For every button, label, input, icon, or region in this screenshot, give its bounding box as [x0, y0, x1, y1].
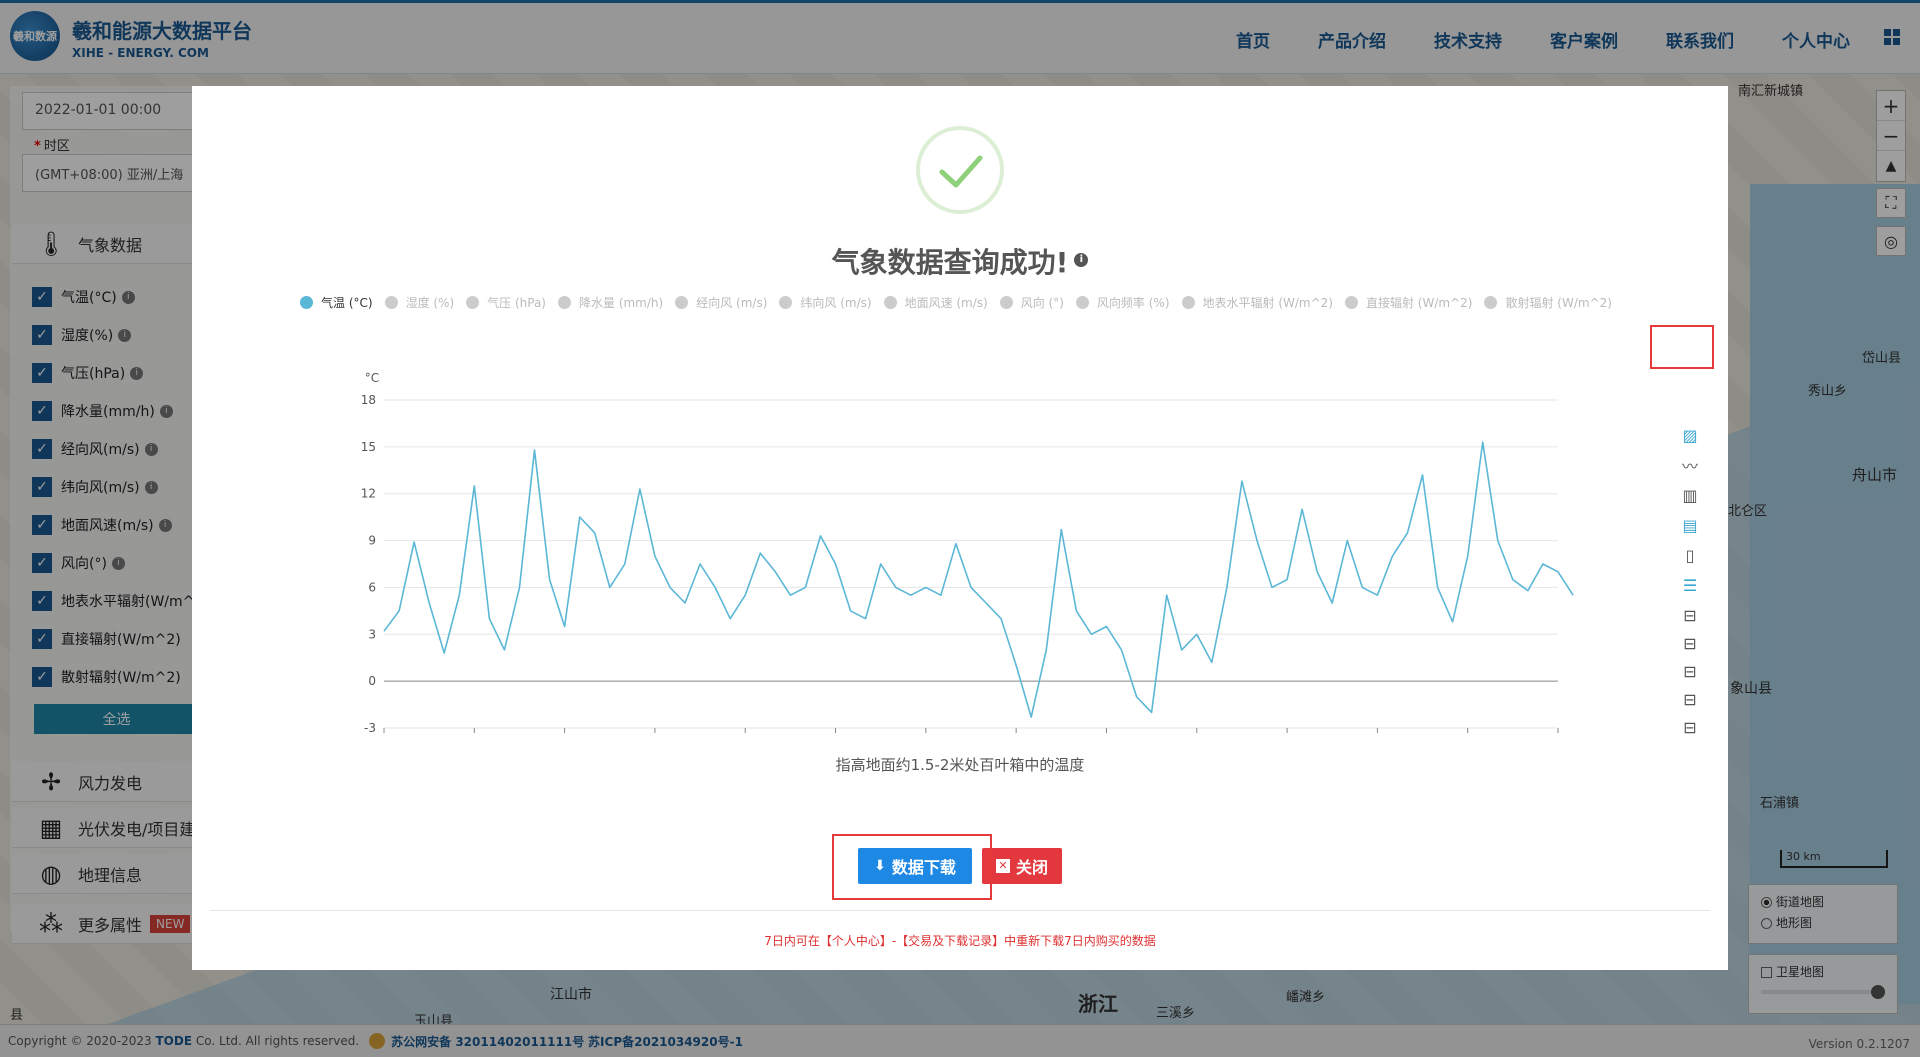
bar-chart-icon[interactable]: ▥: [1670, 482, 1710, 508]
y-tick-label: 6: [368, 580, 376, 594]
highlight-frame: [1650, 325, 1714, 369]
y-tick-label: 15: [361, 440, 376, 454]
y-tick-label: 18: [361, 393, 376, 407]
redownload-note: 7日内可在【个人中心】-【交易及下载记录】中重新下载7日内购买的数据: [764, 934, 1156, 948]
divider: [210, 910, 1710, 911]
line-chart-icon[interactable]: 〰: [1670, 452, 1710, 478]
temperature-series-line[interactable]: [383, 441, 1574, 718]
toggle-icon[interactable]: ⊟: [1670, 714, 1710, 740]
database-icon[interactable]: ☰: [1670, 572, 1710, 598]
close-icon: ✕: [995, 859, 1010, 873]
save-image-icon[interactable]: ▨: [1670, 422, 1710, 448]
toggle-icon[interactable]: ⊟: [1670, 686, 1710, 712]
y-tick-label: 9: [368, 534, 376, 548]
toggle-icon[interactable]: ⊟: [1670, 630, 1710, 656]
y-tick-label: 12: [361, 487, 376, 501]
y-axis-label: °C: [365, 371, 379, 385]
y-tick-label: 3: [368, 627, 376, 641]
data-view-icon[interactable]: ▯: [1670, 542, 1710, 568]
y-tick-label: -3: [364, 721, 376, 735]
result-modal: 气象数据查询成功! i 气温 (°C) 湿度 (%) 气压 (hPa) 降水量 (…: [192, 86, 1728, 970]
close-button[interactable]: ✕ 关闭: [982, 848, 1062, 884]
toggle-icon[interactable]: ⊟: [1670, 602, 1710, 628]
highlight-frame: [832, 834, 992, 900]
temperature-line-chart[interactable]: -30369121518°C2022-01-0100:00:002022-01-…: [192, 86, 1728, 746]
chart-description: 指高地面约1.5-2米处百叶箱中的温度: [835, 756, 1085, 774]
toggle-icon[interactable]: ⊟: [1670, 658, 1710, 684]
y-tick-label: 0: [368, 674, 376, 688]
map-view-icon[interactable]: ▤: [1670, 512, 1710, 538]
